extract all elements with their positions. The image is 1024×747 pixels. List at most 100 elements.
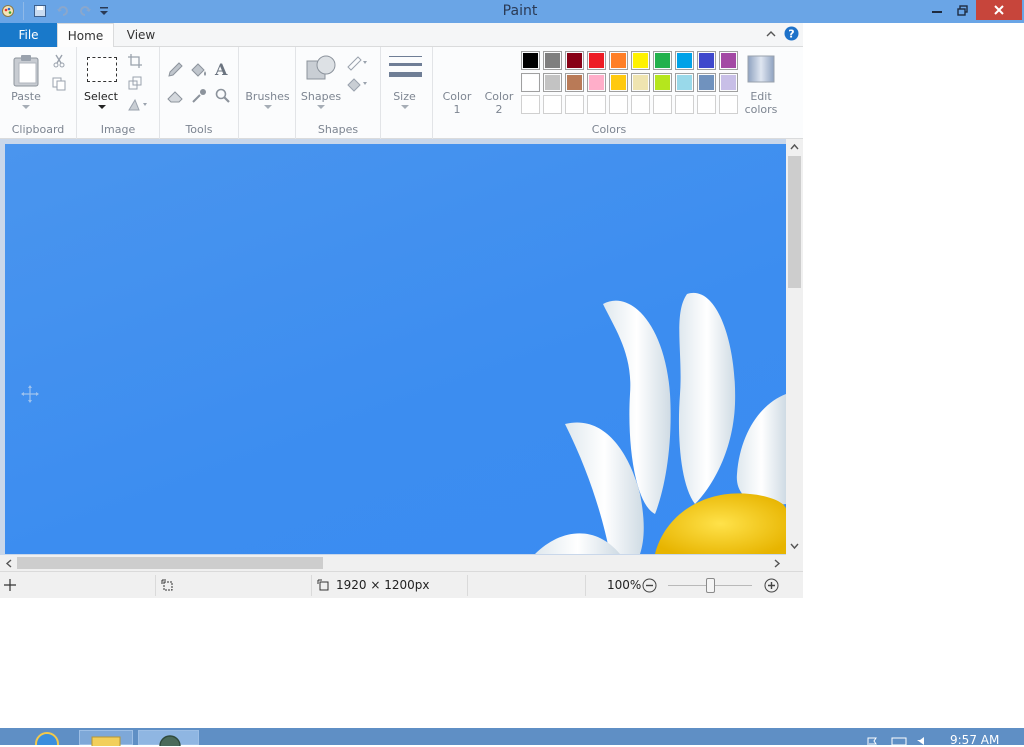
- chevron-down-icon: [22, 105, 30, 109]
- color-swatch[interactable]: [565, 73, 584, 92]
- color-1-button[interactable]: Color 1: [437, 90, 477, 116]
- restore-icon: [956, 4, 968, 16]
- color-swatch[interactable]: [675, 95, 694, 114]
- paste-label: Paste: [11, 90, 41, 103]
- color-swatch[interactable]: [675, 51, 694, 70]
- fill-with-color-icon[interactable]: [190, 62, 208, 78]
- size-group[interactable]: Size: [381, 47, 433, 139]
- tab-view[interactable]: View: [118, 23, 164, 47]
- horizontal-scroll-thumb[interactable]: [17, 557, 323, 569]
- minimize-ribbon-icon[interactable]: [765, 28, 777, 40]
- clipboard-group: Paste Clipboard: [0, 47, 77, 139]
- outline-icon[interactable]: [346, 55, 368, 71]
- horizontal-scrollbar[interactable]: [0, 555, 786, 571]
- scroll-right-icon[interactable]: [774, 559, 781, 568]
- color-swatch[interactable]: [543, 73, 562, 92]
- magnifier-icon[interactable]: [215, 88, 231, 104]
- color-swatch[interactable]: [653, 73, 672, 92]
- color-swatch[interactable]: [587, 51, 606, 70]
- zoom-out-icon[interactable]: [642, 578, 657, 593]
- color-swatch[interactable]: [719, 73, 738, 92]
- color-swatch[interactable]: [521, 73, 540, 92]
- color-swatch[interactable]: [697, 51, 716, 70]
- color-swatch[interactable]: [697, 73, 716, 92]
- shapes-group-label: Shapes: [317, 123, 359, 136]
- color-swatch[interactable]: [521, 51, 540, 70]
- color-swatch[interactable]: [609, 73, 628, 92]
- paste-icon[interactable]: [12, 53, 42, 87]
- color-swatch[interactable]: [565, 95, 584, 114]
- flower-image: [535, 292, 786, 554]
- color-swatch[interactable]: [587, 95, 606, 114]
- color-swatch[interactable]: [609, 95, 628, 114]
- scroll-up-icon[interactable]: [790, 143, 799, 150]
- color-swatch[interactable]: [697, 95, 716, 114]
- edit-colors-label-2: colors: [744, 103, 778, 116]
- vertical-scrollbar[interactable]: [786, 139, 803, 555]
- color-swatch[interactable]: [587, 73, 606, 92]
- title-bar: Paint: [0, 0, 1024, 23]
- vertical-scroll-thumb[interactable]: [788, 156, 801, 288]
- cut-icon[interactable]: [52, 54, 66, 68]
- internet-explorer-icon[interactable]: [32, 730, 62, 745]
- color-swatch[interactable]: [631, 95, 650, 114]
- color-swatch[interactable]: [719, 51, 738, 70]
- scroll-left-icon[interactable]: [5, 559, 12, 568]
- edit-colors-icon[interactable]: [747, 55, 775, 83]
- select-label[interactable]: Select: [77, 90, 125, 103]
- color-2-number: 2: [495, 103, 503, 116]
- taskbar-paint[interactable]: [138, 730, 199, 746]
- crop-icon[interactable]: [128, 54, 142, 68]
- eraser-icon[interactable]: [167, 89, 185, 103]
- restore-button[interactable]: [951, 0, 973, 20]
- drawing-canvas[interactable]: [5, 144, 786, 554]
- clipboard-group-label: Clipboard: [11, 123, 65, 136]
- tab-file[interactable]: File: [0, 23, 57, 47]
- zoom-in-icon[interactable]: [764, 578, 779, 593]
- text-icon[interactable]: A: [215, 60, 227, 79]
- size-label[interactable]: Size: [381, 90, 428, 103]
- color-swatch[interactable]: [565, 51, 584, 70]
- minimize-button[interactable]: [926, 0, 948, 20]
- edit-colors-button[interactable]: Edit colors: [741, 90, 781, 116]
- copy-icon[interactable]: [52, 77, 66, 91]
- ribbon: Paste Clipboard Select Image A Tools Bru…: [0, 47, 803, 139]
- color-swatch[interactable]: [609, 51, 628, 70]
- chevron-down-icon: [264, 105, 272, 109]
- tab-home[interactable]: Home: [57, 23, 114, 48]
- taskbar-file-explorer[interactable]: [79, 730, 133, 746]
- color-2-button[interactable]: Color 2: [479, 90, 519, 116]
- close-icon: [994, 5, 1004, 15]
- brushes-group[interactable]: Brushes: [239, 47, 296, 139]
- color-swatch[interactable]: [543, 51, 562, 70]
- color-swatch[interactable]: [675, 73, 694, 92]
- color-swatch[interactable]: [631, 73, 650, 92]
- zoom-slider-thumb[interactable]: [706, 578, 715, 593]
- tools-group-label: Tools: [185, 123, 213, 136]
- tray-flag-icon[interactable]: [866, 737, 880, 745]
- workspace: [0, 139, 803, 571]
- shapes-icon[interactable]: [305, 53, 337, 85]
- color-swatch[interactable]: [653, 51, 672, 70]
- scroll-down-icon[interactable]: [790, 543, 799, 550]
- color-swatch[interactable]: [521, 95, 540, 114]
- fill-icon[interactable]: [346, 76, 368, 92]
- move-cursor-icon: [21, 385, 39, 403]
- rotate-icon[interactable]: [128, 98, 148, 112]
- help-icon[interactable]: ?: [784, 26, 799, 41]
- color-swatch[interactable]: [719, 95, 738, 114]
- color-picker-icon[interactable]: [191, 88, 207, 104]
- close-button[interactable]: [976, 0, 1022, 20]
- resize-icon[interactable]: [128, 76, 142, 90]
- tray-display-icon[interactable]: [890, 737, 910, 745]
- pencil-icon[interactable]: [167, 62, 183, 78]
- color-swatch[interactable]: [653, 95, 672, 114]
- color-swatch[interactable]: [543, 95, 562, 114]
- color-swatch[interactable]: [631, 51, 650, 70]
- brushes-label[interactable]: Brushes: [239, 90, 296, 103]
- tray-volume-icon[interactable]: [916, 737, 928, 745]
- chevron-down-icon: [98, 105, 106, 109]
- shapes-button-label[interactable]: Shapes: [296, 90, 346, 103]
- minimize-icon: [932, 11, 942, 13]
- select-icon[interactable]: [87, 57, 117, 82]
